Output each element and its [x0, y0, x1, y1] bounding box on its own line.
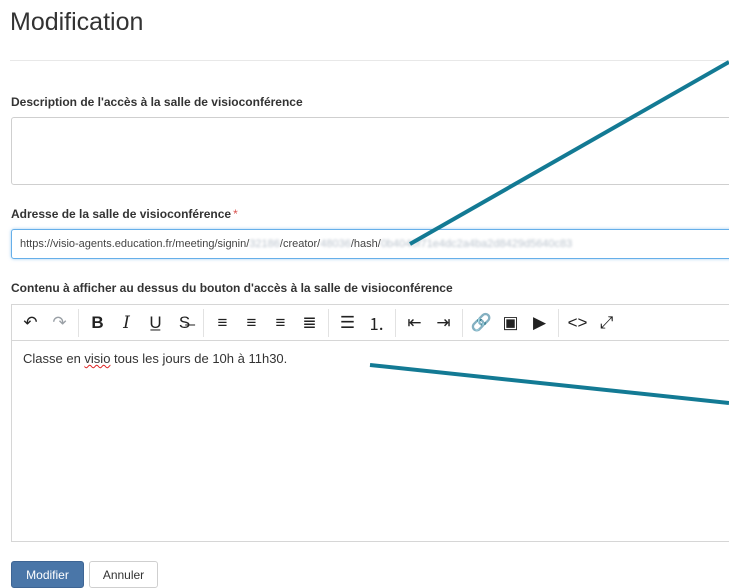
arrow-to-url [409, 60, 729, 246]
arrow-to-content [369, 363, 729, 405]
annotation-arrows [369, 60, 729, 405]
